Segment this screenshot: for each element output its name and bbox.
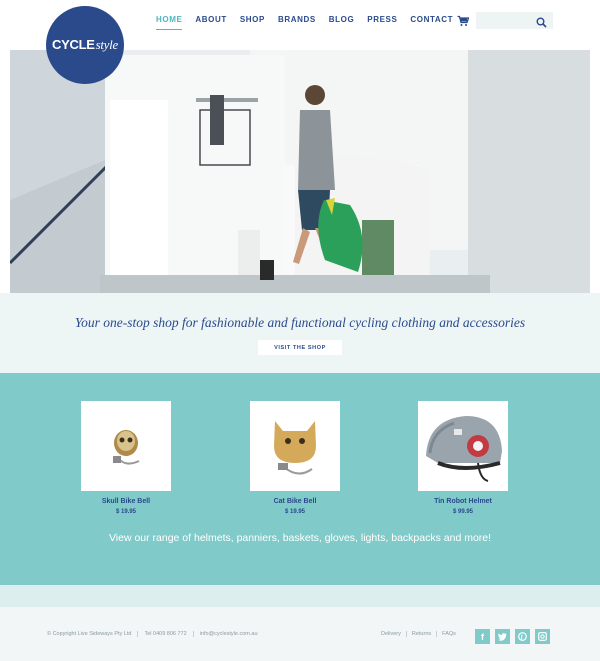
range-text: View our range of helmets, panniers, bas… [108, 532, 492, 544]
nav-brands[interactable]: BRANDS [278, 14, 316, 30]
nav-about[interactable]: ABOUT [195, 14, 226, 30]
tagline-text: Your one-stop shop for fashionable and f… [74, 315, 526, 330]
product-name-robot-helmet[interactable]: Tin Robot Helmet [408, 498, 518, 505]
pinterest-icon[interactable] [515, 629, 530, 644]
nav-blog[interactable]: BLOG [329, 14, 355, 30]
product-card: Cat Bike Bell $ 19.95 [240, 401, 350, 515]
logo-text: CYCLEstyle [52, 37, 118, 53]
product-price-cat-bell: $ 19.95 [284, 509, 306, 515]
product-card: Tin Robot Helmet $ 99.95 [408, 401, 518, 515]
search-icon[interactable] [536, 15, 547, 28]
product-price-robot-helmet: $ 99.95 [452, 509, 474, 515]
copyright-text: © Copyright Live Sideways Pty Ltd [47, 631, 139, 637]
footer: © Copyright Live Sideways Pty Ltd Tel 04… [0, 607, 600, 661]
hero-image [10, 50, 590, 293]
twitter-icon[interactable] [495, 629, 510, 644]
search-box [476, 12, 553, 31]
email-link[interactable]: info@cyclestyle.com.au [194, 631, 264, 637]
search-input[interactable] [476, 14, 534, 31]
phone-text: Tel 0409 806 772 [138, 631, 194, 637]
facebook-icon[interactable]: f [475, 629, 490, 644]
product-image-skull-bell[interactable] [81, 401, 171, 491]
instagram-icon[interactable] [535, 629, 550, 644]
product-image-robot-helmet[interactable] [418, 401, 508, 491]
logo[interactable]: CYCLEstyle [46, 6, 124, 84]
footer-contact: © Copyright Live Sideways Pty Ltd Tel 04… [47, 631, 264, 637]
product-card: Skull Bike Bell $ 19.95 [71, 401, 181, 515]
footer-links: Delivery Returns FAQs [381, 631, 461, 637]
main-nav: HOME ABOUT SHOP BRANDS BLOG PRESS CONTAC… [156, 14, 466, 30]
logo-script-text: style [95, 37, 119, 52]
nav-home[interactable]: HOME [156, 14, 183, 30]
delivery-link[interactable]: Delivery [381, 631, 407, 637]
nav-shop[interactable]: SHOP [240, 14, 265, 30]
product-name-cat-bell[interactable]: Cat Bike Bell [240, 498, 350, 505]
faqs-link[interactable]: FAQs [437, 631, 461, 637]
nav-press[interactable]: PRESS [367, 14, 397, 30]
social-links: f [475, 629, 550, 644]
divider-strip [0, 585, 600, 607]
returns-link[interactable]: Returns [407, 631, 438, 637]
tagline-section: Your one-stop shop for fashionable and f… [0, 293, 600, 373]
nav-contact[interactable]: CONTACT [410, 14, 453, 30]
product-image-cat-bell[interactable] [250, 401, 340, 491]
product-price-skull-bell: $ 19.95 [115, 509, 137, 515]
header: CYCLEstyle HOME ABOUT SHOP BRANDS BLOG P… [0, 0, 600, 84]
visit-shop-button[interactable]: VISIT THE SHOP [258, 340, 342, 355]
product-name-skull-bell[interactable]: Skull Bike Bell [71, 498, 181, 505]
logo-main-text: CYCLE [52, 37, 95, 52]
page: CYCLEstyle HOME ABOUT SHOP BRANDS BLOG P… [0, 0, 600, 661]
cart-icon[interactable] [457, 14, 470, 26]
featured-products: Skull Bike Bell $ 19.95 Cat Bike Bell $ … [0, 373, 600, 585]
